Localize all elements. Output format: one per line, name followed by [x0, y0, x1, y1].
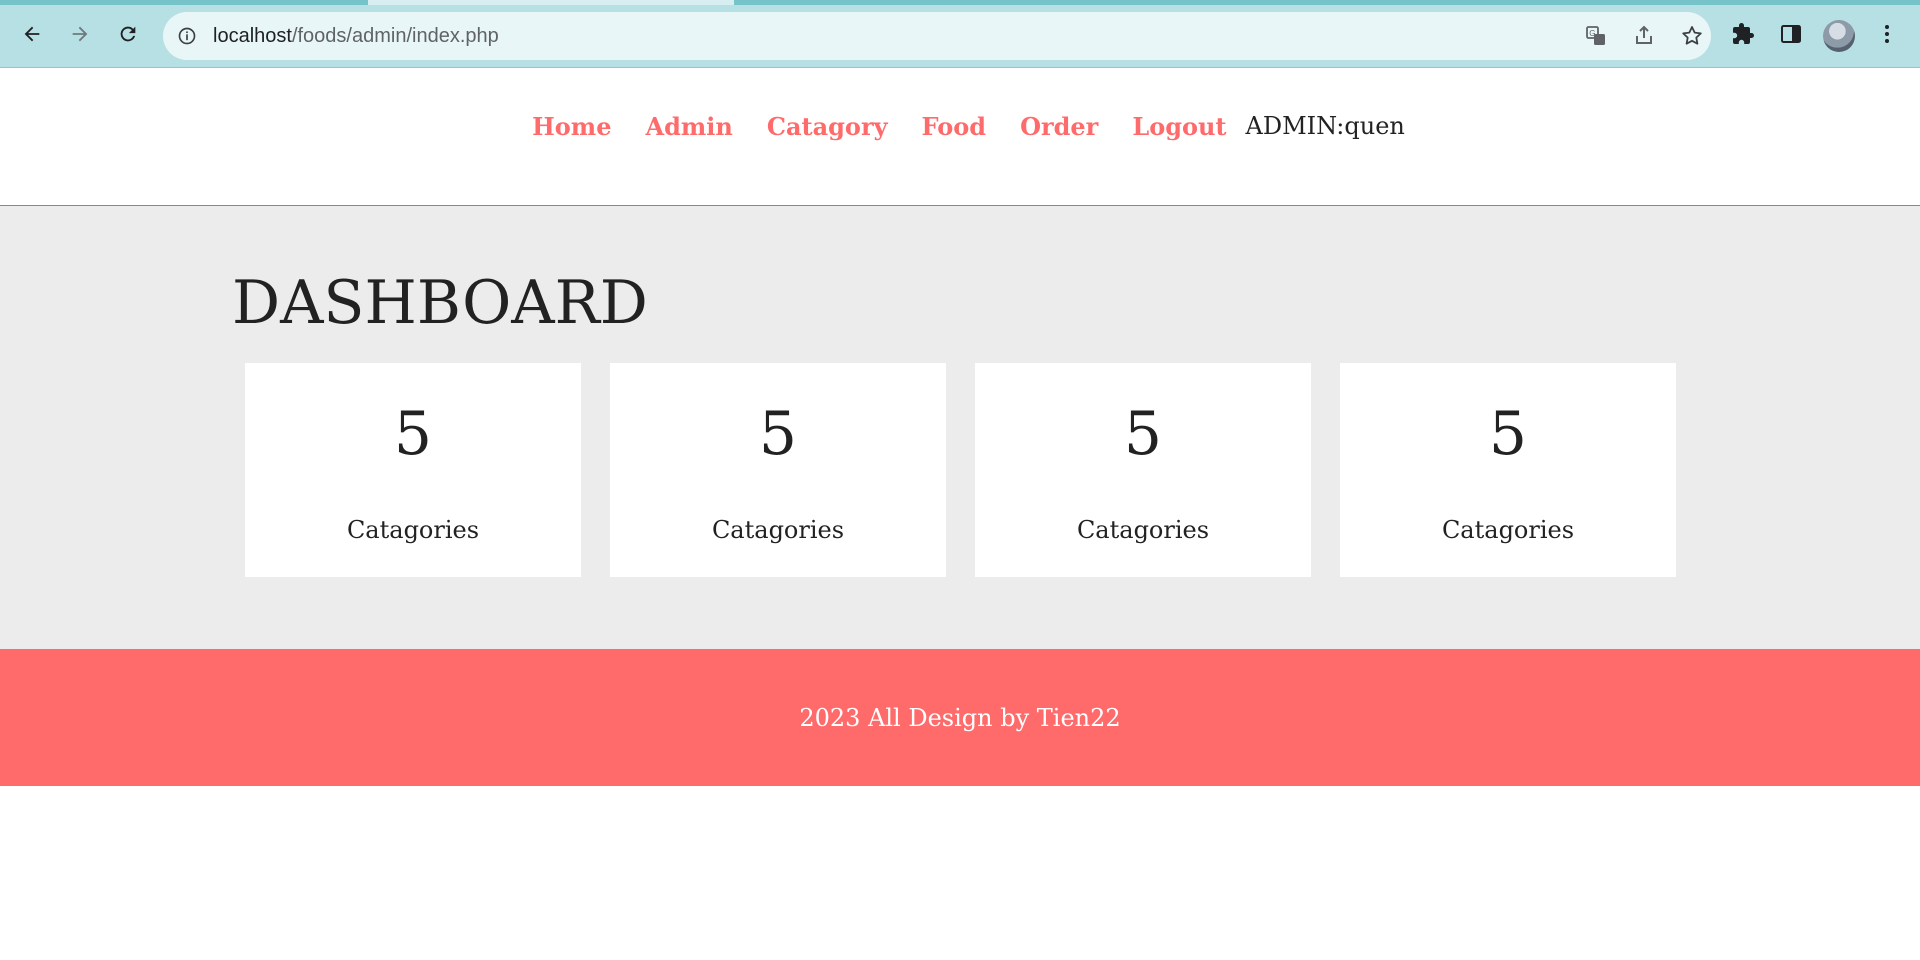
address-bar[interactable]: localhost/foods/admin/index.php G: [163, 12, 1711, 60]
nav-food-link[interactable]: Food: [922, 112, 987, 141]
back-button[interactable]: [14, 16, 50, 52]
dashboard-section: DASHBOARD 5 Catagories 5 Catagories 5 Ca…: [0, 206, 1920, 649]
site-info-icon[interactable]: [177, 26, 197, 46]
stat-label: Catagories: [711, 516, 845, 544]
reload-icon: [120, 26, 136, 42]
stat-count: 5: [1488, 399, 1528, 469]
stat-count: 5: [758, 399, 798, 469]
menu-kebab-icon: [1885, 25, 1889, 43]
chrome-menu-button[interactable]: [1875, 22, 1899, 46]
url-text[interactable]: localhost/foods/admin/index.php: [213, 12, 499, 60]
extensions-button[interactable]: [1731, 22, 1755, 46]
tab-strip: [0, 0, 1920, 5]
stat-label: Catagories: [346, 516, 480, 544]
svg-text:G: G: [1589, 29, 1595, 38]
translate-icon: G: [1586, 26, 1605, 45]
forward-button[interactable]: [62, 16, 98, 52]
stat-card: 5 Catagories: [975, 363, 1311, 577]
site-header: Home Admin Catagory Food Order Logout AD…: [0, 68, 1920, 206]
url-host: localhost: [213, 25, 292, 47]
nav-logout-link[interactable]: Logout: [1132, 112, 1226, 141]
extensions-icon: [1733, 23, 1754, 44]
site-footer: 2023 All Design by Tien22: [0, 649, 1920, 786]
nav-order-link[interactable]: Order: [1020, 112, 1098, 141]
stat-card: 5 Catagories: [245, 363, 581, 577]
back-icon: [24, 26, 40, 42]
share-icon: [1636, 25, 1652, 44]
nav-home-link[interactable]: Home: [532, 112, 611, 141]
active-tab[interactable]: [368, 0, 734, 5]
url-path: /foods/admin/index.php: [291, 25, 499, 47]
stat-count: 5: [393, 399, 433, 469]
bookmark-button[interactable]: [1680, 24, 1704, 48]
stat-card: 5 Catagories: [610, 363, 946, 577]
forward-icon: [72, 26, 88, 42]
stat-label: Catagories: [1441, 516, 1575, 544]
browser-toolbar: localhost/foods/admin/index.php G: [0, 0, 1920, 68]
side-panel-button[interactable]: [1779, 22, 1803, 46]
nav-admin-link[interactable]: Admin: [645, 112, 732, 141]
footer-credit: 2023 All Design by Tien22: [799, 703, 1121, 732]
nav-category-link[interactable]: Catagory: [767, 112, 888, 141]
stat-label: Catagories: [1076, 516, 1210, 544]
side-panel-icon: [1781, 25, 1801, 43]
page-title: DASHBOARD: [232, 268, 648, 338]
bookmark-star-icon: [1682, 26, 1702, 45]
main-nav: Home Admin Catagory Food Order Logout AD…: [0, 68, 1920, 184]
translate-button[interactable]: G: [1584, 24, 1608, 48]
stat-count: 5: [1123, 399, 1163, 469]
stat-card: 5 Catagories: [1340, 363, 1676, 577]
admin-username: ADMIN:quen: [1245, 112, 1405, 140]
share-button[interactable]: [1632, 24, 1656, 48]
reload-button[interactable]: [110, 16, 146, 52]
profile-avatar[interactable]: [1823, 20, 1855, 52]
